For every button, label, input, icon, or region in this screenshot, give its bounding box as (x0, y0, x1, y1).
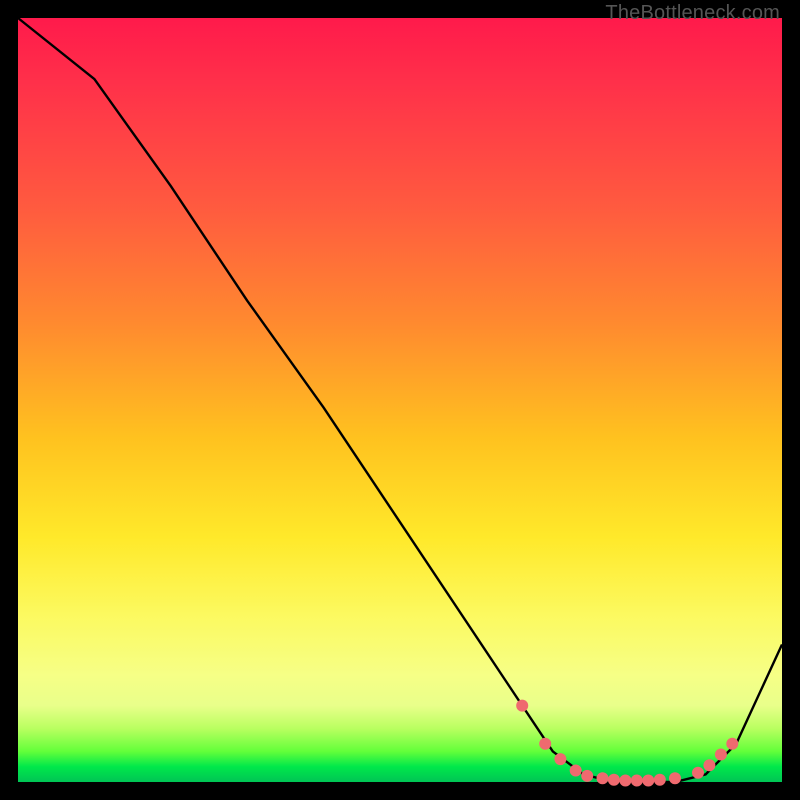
marker-dot (642, 775, 654, 787)
marker-dot (631, 775, 643, 787)
marker-dot (715, 749, 727, 761)
bottleneck-curve-line (18, 18, 782, 782)
chart-svg (18, 18, 782, 782)
chart-frame: TheBottleneck.com (0, 0, 800, 800)
marker-dot (581, 770, 593, 782)
marker-dot (608, 774, 620, 786)
marker-dot (554, 753, 566, 765)
marker-dot (654, 774, 666, 786)
marker-dot (597, 772, 609, 784)
marker-dot (703, 759, 715, 771)
marker-dot (726, 738, 738, 750)
marker-dot (692, 767, 704, 779)
marker-dot (570, 765, 582, 777)
marker-dot (539, 738, 551, 750)
marker-dot (669, 772, 681, 784)
marker-dot (619, 775, 631, 787)
chart-plot-area (18, 18, 782, 782)
marker-dot (516, 700, 528, 712)
watermark-text: TheBottleneck.com (605, 2, 780, 25)
